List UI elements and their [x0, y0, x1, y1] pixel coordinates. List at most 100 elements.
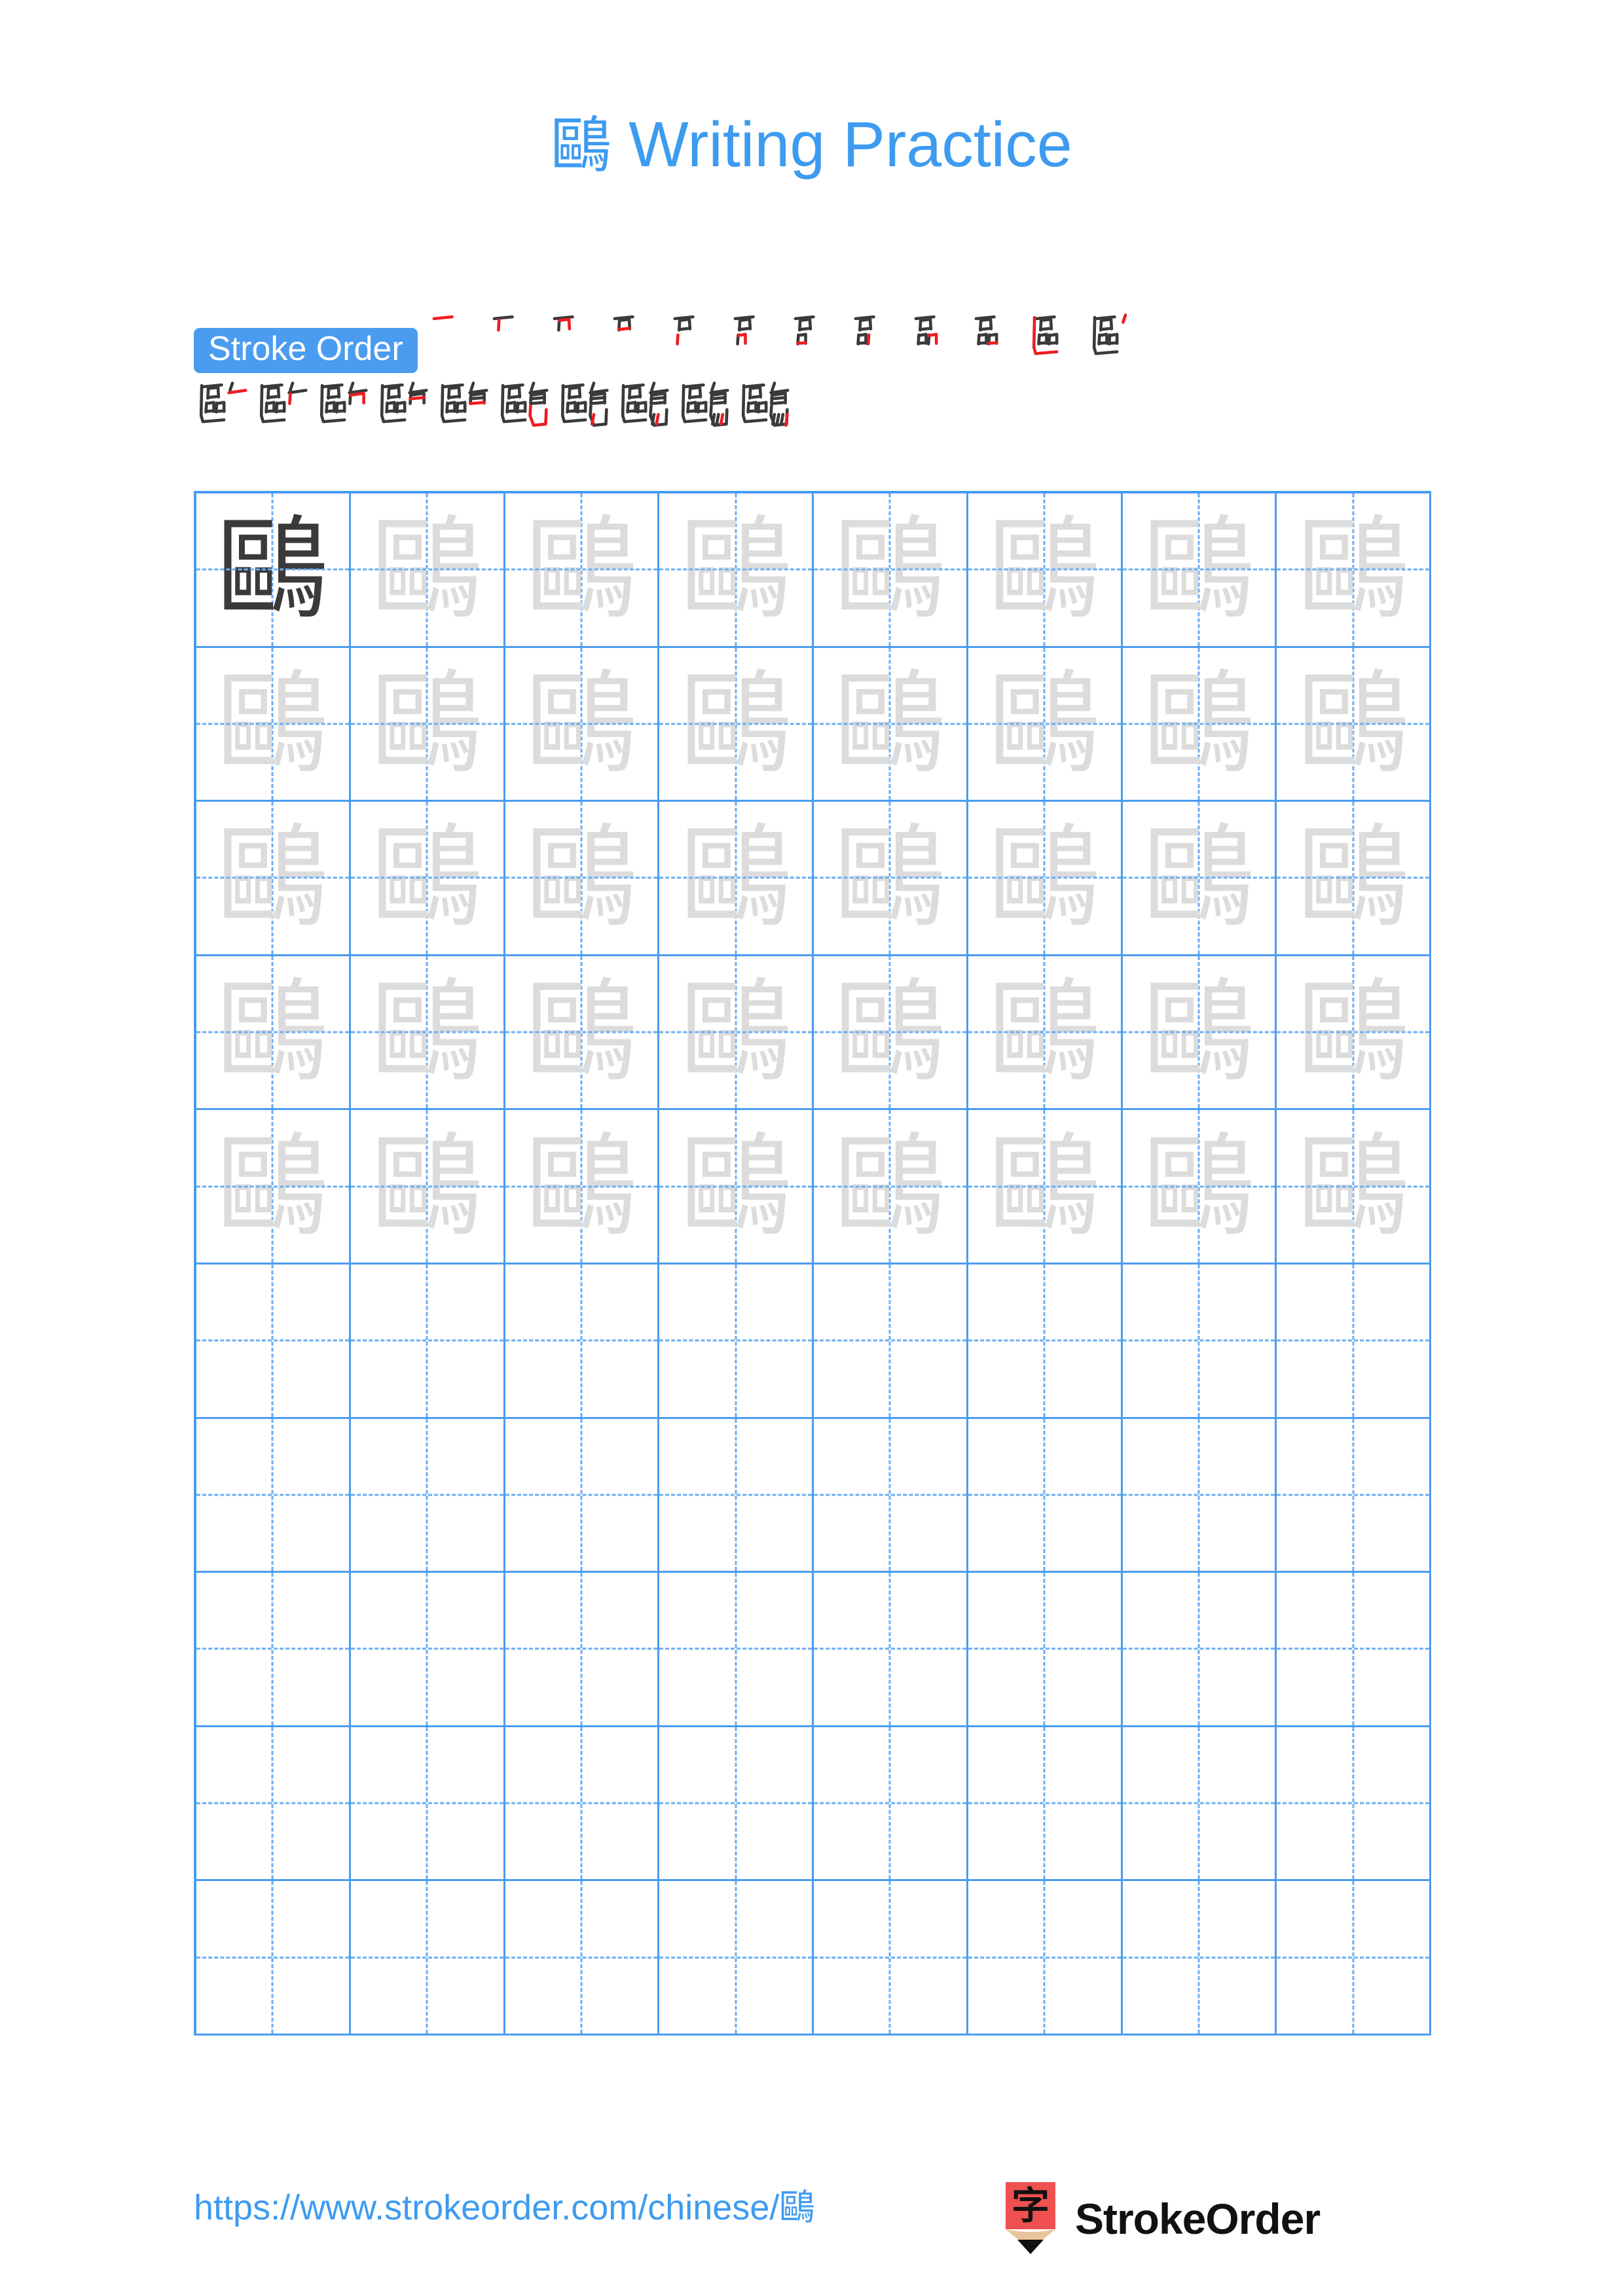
practice-cell[interactable]: 鷗	[196, 956, 351, 1111]
practice-cell[interactable]: 鷗	[505, 647, 660, 802]
practice-cell[interactable]	[196, 1727, 351, 1882]
practice-cell[interactable]	[1122, 1265, 1277, 1419]
practice-cell[interactable]	[505, 1265, 660, 1419]
practice-cell[interactable]	[1277, 1265, 1431, 1419]
practice-cell[interactable]	[814, 1727, 968, 1882]
practice-cell[interactable]: 鷗	[1277, 647, 1431, 802]
practice-cell[interactable]: 鷗	[814, 647, 968, 802]
practice-cell[interactable]	[814, 1881, 968, 2036]
practice-cell[interactable]	[968, 1727, 1123, 1882]
practice-cell[interactable]	[505, 1573, 660, 1727]
practice-cell[interactable]: 鷗	[968, 1110, 1123, 1265]
practice-cell[interactable]: 鷗	[350, 647, 505, 802]
practice-cell[interactable]: 鷗	[196, 647, 351, 802]
practice-cell[interactable]	[659, 1573, 814, 1727]
practice-cell[interactable]: 鷗	[814, 802, 968, 956]
practice-cell[interactable]	[659, 1265, 814, 1419]
practice-cell[interactable]: 鷗	[1277, 956, 1431, 1111]
practice-cell[interactable]	[196, 1573, 351, 1727]
practice-cell[interactable]	[505, 1881, 660, 2036]
practice-cell[interactable]: 鷗	[196, 493, 351, 648]
practice-cell[interactable]: 鷗	[350, 493, 505, 648]
practice-cell[interactable]: 鷗	[505, 802, 660, 956]
practice-cell[interactable]	[505, 1418, 660, 1573]
practice-cell[interactable]: 鷗	[814, 956, 968, 1111]
stroke-step-glyph	[914, 315, 938, 346]
practice-cell[interactable]: 鷗	[196, 1110, 351, 1265]
stroke-step-3	[546, 308, 606, 373]
practice-cell[interactable]	[196, 1881, 351, 2036]
practice-cell[interactable]	[350, 1573, 505, 1727]
practice-cell[interactable]	[968, 1418, 1123, 1573]
practice-cell[interactable]: 鷗	[968, 956, 1123, 1111]
practice-cell[interactable]	[814, 1265, 968, 1419]
practice-cell[interactable]: 鷗	[505, 956, 660, 1111]
practice-cell[interactable]	[350, 1727, 505, 1882]
tracing-character: 鷗	[196, 1110, 349, 1263]
practice-cell[interactable]: 鷗	[505, 493, 660, 648]
tracing-character: 鷗	[351, 956, 503, 1109]
svg-text:鷗: 鷗	[1143, 815, 1254, 941]
practice-cell[interactable]: 鷗	[1122, 493, 1277, 648]
practice-cell[interactable]	[505, 1727, 660, 1882]
practice-cell[interactable]: 鷗	[1122, 956, 1277, 1111]
practice-cell[interactable]: 鷗	[350, 802, 505, 956]
stroke-step-glyph	[553, 315, 574, 332]
stroke-step-glyph	[793, 315, 815, 346]
practice-cell[interactable]	[1277, 1727, 1431, 1882]
practice-cell[interactable]: 鷗	[1277, 802, 1431, 956]
practice-cell[interactable]: 鷗	[1122, 802, 1277, 956]
svg-text:鷗: 鷗	[372, 661, 483, 787]
svg-text:鷗: 鷗	[1298, 1124, 1408, 1249]
practice-cell[interactable]	[659, 1727, 814, 1882]
practice-cell[interactable]	[196, 1265, 351, 1419]
svg-text:鷗: 鷗	[217, 661, 328, 787]
stroke-order-row-2	[195, 376, 1431, 441]
practice-cell[interactable]: 鷗	[350, 956, 505, 1111]
brand-logo[interactable]: 字 StrokeOrder	[1000, 2179, 1321, 2258]
practice-cell[interactable]	[350, 1418, 505, 1573]
tracing-character: 鷗	[1277, 648, 1429, 800]
practice-cell[interactable]: 鷗	[659, 493, 814, 648]
practice-cell[interactable]: 鷗	[350, 1110, 505, 1265]
practice-cell[interactable]: 鷗	[1122, 1110, 1277, 1265]
practice-cell[interactable]: 鷗	[1122, 647, 1277, 802]
practice-cell[interactable]	[350, 1881, 505, 2036]
model-character: 鷗	[196, 493, 349, 646]
logo-character-text: 字	[1012, 2183, 1049, 2228]
practice-cell[interactable]: 鷗	[814, 1110, 968, 1265]
stroke-step-glyph	[613, 315, 634, 332]
practice-cell[interactable]	[968, 1881, 1123, 2036]
practice-cell[interactable]	[968, 1573, 1123, 1727]
practice-cell[interactable]: 鷗	[659, 647, 814, 802]
practice-cell[interactable]: 鷗	[659, 802, 814, 956]
practice-cell[interactable]: 鷗	[196, 802, 351, 956]
practice-cell[interactable]	[1277, 1573, 1431, 1727]
practice-cell[interactable]: 鷗	[1277, 1110, 1431, 1265]
tracing-character: 鷗	[814, 956, 966, 1109]
practice-cell[interactable]	[1122, 1727, 1277, 1882]
practice-cell[interactable]	[659, 1418, 814, 1573]
stroke-step-glyph	[621, 382, 669, 427]
practice-cell[interactable]: 鷗	[1277, 493, 1431, 648]
practice-cell[interactable]	[814, 1418, 968, 1573]
practice-cell[interactable]: 鷗	[814, 493, 968, 648]
practice-cell[interactable]	[1122, 1881, 1277, 2036]
practice-cell[interactable]	[1122, 1573, 1277, 1727]
practice-cell[interactable]: 鷗	[659, 1110, 814, 1265]
practice-cell[interactable]: 鷗	[505, 1110, 660, 1265]
practice-cell[interactable]	[659, 1881, 814, 2036]
practice-cell[interactable]	[350, 1265, 505, 1419]
practice-cell[interactable]: 鷗	[968, 802, 1123, 956]
svg-text:鷗: 鷗	[680, 507, 791, 632]
practice-cell[interactable]	[1277, 1881, 1431, 2036]
footer-url-link[interactable]: https://www.strokeorder.com/chinese/鷗	[194, 2188, 814, 2227]
practice-cell[interactable]: 鷗	[659, 956, 814, 1111]
practice-cell[interactable]: 鷗	[968, 647, 1123, 802]
practice-cell[interactable]	[1122, 1418, 1277, 1573]
practice-cell[interactable]: 鷗	[968, 493, 1123, 648]
practice-cell[interactable]	[814, 1573, 968, 1727]
practice-cell[interactable]	[1277, 1418, 1431, 1573]
practice-cell[interactable]	[968, 1265, 1123, 1419]
practice-cell[interactable]	[196, 1418, 351, 1573]
